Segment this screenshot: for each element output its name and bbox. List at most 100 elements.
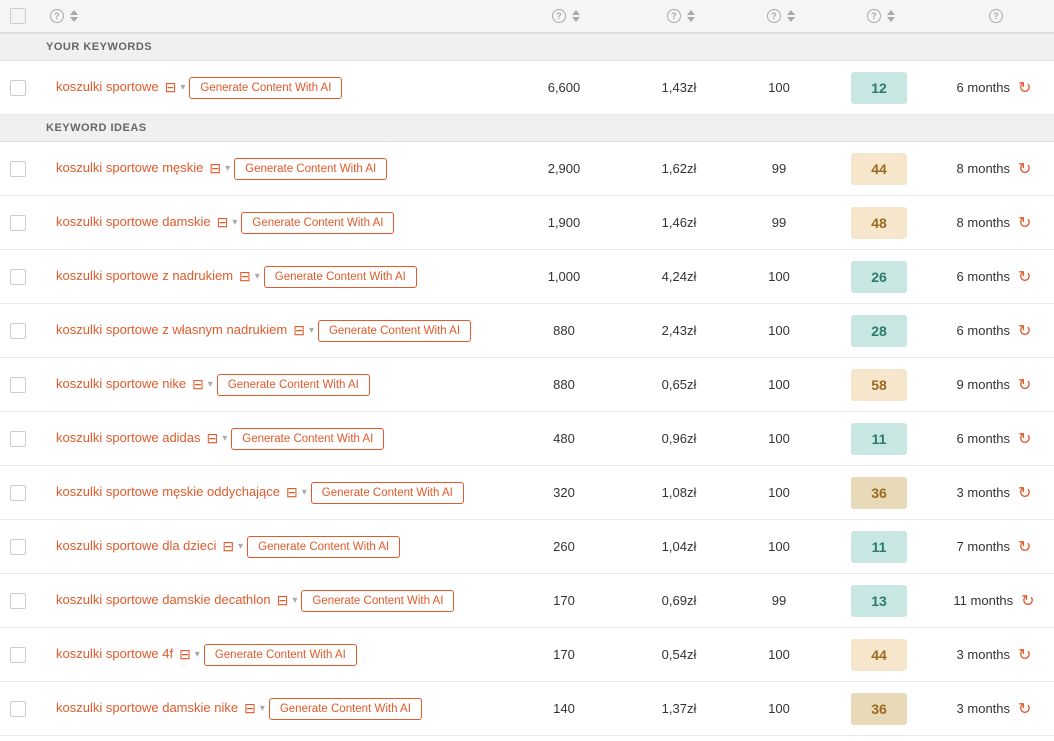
keywords-sort-arrows[interactable] <box>70 10 78 22</box>
keyword-link[interactable]: koszulki sportowe <box>56 79 159 94</box>
refresh-icon[interactable]: ↻ <box>1018 645 1031 665</box>
filter-icon[interactable]: ⊟ <box>244 700 256 717</box>
refresh-icon[interactable]: ↻ <box>1018 429 1031 449</box>
refresh-icon[interactable]: ↻ <box>1018 375 1031 395</box>
row-updated-cell: 3 months ↻ <box>934 699 1054 719</box>
generate-content-button[interactable]: Generate Content With AI <box>264 266 417 288</box>
chevron-down-icon[interactable]: ▾ <box>232 217 237 228</box>
pd-help-icon[interactable]: ? <box>767 9 781 23</box>
select-all-checkbox[interactable] <box>10 8 26 24</box>
row-checkbox[interactable] <box>10 593 26 609</box>
generate-content-button[interactable]: Generate Content With AI <box>189 77 342 99</box>
keyword-link[interactable]: koszulki sportowe z własnym nadrukiem <box>56 322 287 337</box>
row-keywords-col: koszulki sportowe nike ⊟ ▾ Generate Cont… <box>36 366 504 404</box>
row-checkbox-col <box>0 80 36 96</box>
refresh-icon[interactable]: ↻ <box>1018 699 1031 719</box>
volume-sort-arrows[interactable] <box>572 10 580 22</box>
chevron-down-icon[interactable]: ▾ <box>180 82 185 93</box>
row-checkbox[interactable] <box>10 215 26 231</box>
filter-icon[interactable]: ⊟ <box>179 646 191 663</box>
generate-content-button[interactable]: Generate Content With AI <box>231 428 384 450</box>
generate-content-button[interactable]: Generate Content With AI <box>247 536 400 558</box>
filter-icon[interactable]: ⊟ <box>165 79 177 96</box>
chevron-down-icon[interactable]: ▾ <box>208 379 213 390</box>
filter-icon[interactable]: ⊟ <box>277 592 289 609</box>
row-pd: 100 <box>734 647 824 662</box>
filter-icon[interactable]: ⊟ <box>239 268 251 285</box>
chevron-down-icon[interactable]: ▾ <box>302 487 307 498</box>
sd-badge: 11 <box>851 531 907 563</box>
refresh-icon[interactable]: ↻ <box>1018 78 1031 98</box>
chevron-down-icon[interactable]: ▾ <box>309 325 314 336</box>
generate-content-button[interactable]: Generate Content With AI <box>204 644 357 666</box>
refresh-icon[interactable]: ↻ <box>1021 591 1034 611</box>
cpc-help-icon[interactable]: ? <box>667 9 681 23</box>
row-checkbox[interactable] <box>10 701 26 717</box>
row-checkbox[interactable] <box>10 431 26 447</box>
chevron-down-icon[interactable]: ▾ <box>292 595 297 606</box>
filter-icon[interactable]: ⊟ <box>293 322 305 339</box>
keyword-link[interactable]: koszulki sportowe damskie decathlon <box>56 592 271 607</box>
row-checkbox[interactable] <box>10 323 26 339</box>
generate-content-button[interactable]: Generate Content With AI <box>311 482 464 504</box>
filter-icon[interactable]: ⊟ <box>209 160 221 177</box>
chevron-down-icon[interactable]: ▾ <box>195 649 200 660</box>
refresh-icon[interactable]: ↻ <box>1018 213 1031 233</box>
chevron-down-icon[interactable]: ▾ <box>238 541 243 552</box>
keyword-link[interactable]: koszulki sportowe damskie <box>56 214 211 229</box>
section-header-keyword-ideas: KEYWORD IDEAS <box>0 115 1054 142</box>
volume-help-icon[interactable]: ? <box>552 9 566 23</box>
row-checkbox[interactable] <box>10 269 26 285</box>
generate-content-button[interactable]: Generate Content With AI <box>241 212 394 234</box>
keyword-link[interactable]: koszulki sportowe męskie <box>56 160 203 175</box>
row-updated-text: 8 months <box>957 161 1010 176</box>
generate-content-button[interactable]: Generate Content With AI <box>234 158 387 180</box>
sd-sort-arrows[interactable] <box>887 10 895 22</box>
refresh-icon[interactable]: ↻ <box>1018 321 1031 341</box>
generate-content-button[interactable]: Generate Content With AI <box>318 320 471 342</box>
refresh-icon[interactable]: ↻ <box>1018 267 1031 287</box>
generate-content-button[interactable]: Generate Content With AI <box>269 698 422 720</box>
keywords-help-icon[interactable]: ? <box>50 9 64 23</box>
table-row: koszulki sportowe z własnym nadrukiem ⊟ … <box>0 304 1054 358</box>
row-pd: 100 <box>734 269 824 284</box>
row-volume: 1,900 <box>504 215 624 230</box>
refresh-icon[interactable]: ↻ <box>1018 159 1031 179</box>
table-row: koszulki sportowe z nadrukiem ⊟ ▾ Genera… <box>0 250 1054 304</box>
updated-help-icon[interactable]: ? <box>989 9 1003 23</box>
row-checkbox[interactable] <box>10 539 26 555</box>
chevron-down-icon[interactable]: ▾ <box>225 163 230 174</box>
row-checkbox-col <box>0 701 36 717</box>
row-pd: 100 <box>734 431 824 446</box>
keyword-link[interactable]: koszulki sportowe adidas <box>56 430 201 445</box>
row-checkbox-col <box>0 377 36 393</box>
generate-content-button[interactable]: Generate Content With AI <box>217 374 370 396</box>
generate-content-button[interactable]: Generate Content With AI <box>301 590 454 612</box>
row-checkbox[interactable] <box>10 80 26 96</box>
cpc-sort-arrows[interactable] <box>687 10 695 22</box>
filter-icon[interactable]: ⊟ <box>222 538 234 555</box>
keyword-link[interactable]: koszulki sportowe dla dzieci <box>56 538 216 553</box>
sd-help-icon[interactable]: ? <box>867 9 881 23</box>
row-checkbox[interactable] <box>10 377 26 393</box>
filter-icon[interactable]: ⊟ <box>192 376 204 393</box>
filter-icon[interactable]: ⊟ <box>207 430 219 447</box>
chevron-down-icon[interactable]: ▾ <box>255 271 260 282</box>
chevron-down-icon[interactable]: ▾ <box>222 433 227 444</box>
filter-icon[interactable]: ⊟ <box>217 214 229 231</box>
keyword-link[interactable]: koszulki sportowe damskie nike <box>56 700 238 715</box>
keyword-link[interactable]: koszulki sportowe nike <box>56 376 186 391</box>
keyword-link[interactable]: koszulki sportowe 4f <box>56 646 173 661</box>
row-checkbox[interactable] <box>10 647 26 663</box>
keyword-link[interactable]: koszulki sportowe męskie oddychające <box>56 484 280 499</box>
pd-sort-arrows[interactable] <box>787 10 795 22</box>
refresh-icon[interactable]: ↻ <box>1018 537 1031 557</box>
chevron-down-icon[interactable]: ▾ <box>260 703 265 714</box>
row-checkbox[interactable] <box>10 161 26 177</box>
row-checkbox[interactable] <box>10 485 26 501</box>
keyword-link[interactable]: koszulki sportowe z nadrukiem <box>56 268 233 283</box>
row-keywords-col: koszulki sportowe 4f ⊟ ▾ Generate Conten… <box>36 636 504 674</box>
filter-icon[interactable]: ⊟ <box>286 484 298 501</box>
row-pd: 99 <box>734 215 824 230</box>
refresh-icon[interactable]: ↻ <box>1018 483 1031 503</box>
